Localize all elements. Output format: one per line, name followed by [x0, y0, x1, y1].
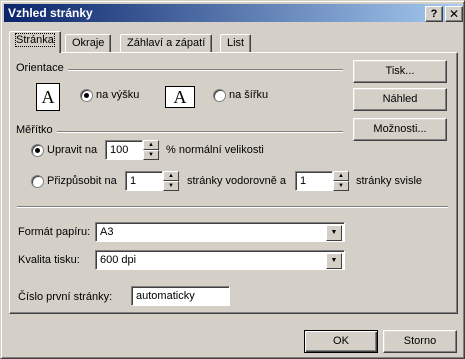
tab-margins[interactable]: Okraje	[65, 34, 112, 53]
fit-label[interactable]: Přizpůsobit na	[47, 175, 117, 187]
scale-divider	[17, 131, 343, 133]
paper-size-select[interactable]: A3 ▼	[95, 222, 345, 242]
paper-divider	[17, 206, 448, 208]
spin-down-icon[interactable]: ▼	[163, 181, 179, 191]
preview-button[interactable]: Náhled	[353, 88, 447, 111]
cancel-button[interactable]: Storno	[383, 330, 457, 353]
paper-size-label: Formát papíru:	[18, 226, 91, 238]
fit-tall-spinner[interactable]: ▲ ▼	[333, 171, 349, 191]
adjust-radio[interactable]	[31, 144, 44, 157]
spin-up-icon[interactable]: ▲	[333, 171, 349, 181]
help-button[interactable]: ?	[425, 6, 443, 22]
adjust-percent-input[interactable]: 100	[105, 140, 143, 160]
tab-sheet[interactable]: List	[220, 34, 252, 53]
tab-header-footer[interactable]: Záhlaví a zápatí	[120, 34, 213, 53]
print-quality-select[interactable]: 600 dpi ▼	[95, 250, 345, 270]
first-page-label: Číslo první stránky:	[18, 291, 113, 303]
fit-tall-input[interactable]: 1	[295, 171, 333, 191]
portrait-page-icon: A	[36, 83, 60, 111]
fit-tall-suffix: stránky svisle	[356, 175, 423, 187]
spin-up-icon[interactable]: ▲	[163, 171, 179, 181]
window-title: Vzhled stránky	[8, 6, 93, 20]
title-bar[interactable]: Vzhled stránky ? ✕	[4, 4, 463, 22]
options-button[interactable]: Možnosti...	[353, 118, 447, 141]
adjust-percent-spinner[interactable]: ▲ ▼	[143, 140, 159, 160]
fit-radio[interactable]	[31, 175, 44, 188]
spin-down-icon[interactable]: ▼	[333, 181, 349, 191]
ok-button[interactable]: OK	[304, 330, 378, 353]
landscape-label[interactable]: na šířku	[229, 89, 268, 101]
fit-wide-spinner[interactable]: ▲ ▼	[163, 171, 179, 191]
landscape-radio[interactable]	[213, 89, 226, 102]
spin-up-icon[interactable]: ▲	[143, 140, 159, 150]
adjust-label[interactable]: Upravit na	[47, 144, 97, 156]
portrait-label[interactable]: na výšku	[96, 89, 139, 101]
adjust-suffix: % normální velikosti	[166, 144, 264, 156]
print-quality-label: Kvalita tisku:	[18, 254, 80, 266]
close-button[interactable]: ✕	[445, 6, 463, 22]
tab-page[interactable]: Stránka	[9, 31, 61, 53]
page-setup-dialog: Vzhled stránky ? ✕ Stránka Okraje Záhlav…	[0, 0, 465, 359]
fit-wide-suffix: stránky vodorovně a	[187, 175, 287, 187]
fit-wide-input[interactable]: 1	[125, 171, 163, 191]
landscape-page-icon: A	[165, 86, 195, 108]
spin-down-icon[interactable]: ▼	[143, 150, 159, 160]
print-button[interactable]: Tisk...	[353, 60, 447, 83]
orientation-label: Orientace	[16, 62, 68, 74]
chevron-down-icon[interactable]: ▼	[326, 253, 342, 269]
first-page-input[interactable]: automaticky	[131, 286, 230, 306]
scale-label: Měřítko	[16, 124, 57, 136]
portrait-radio[interactable]	[80, 89, 93, 102]
chevron-down-icon[interactable]: ▼	[326, 225, 342, 241]
